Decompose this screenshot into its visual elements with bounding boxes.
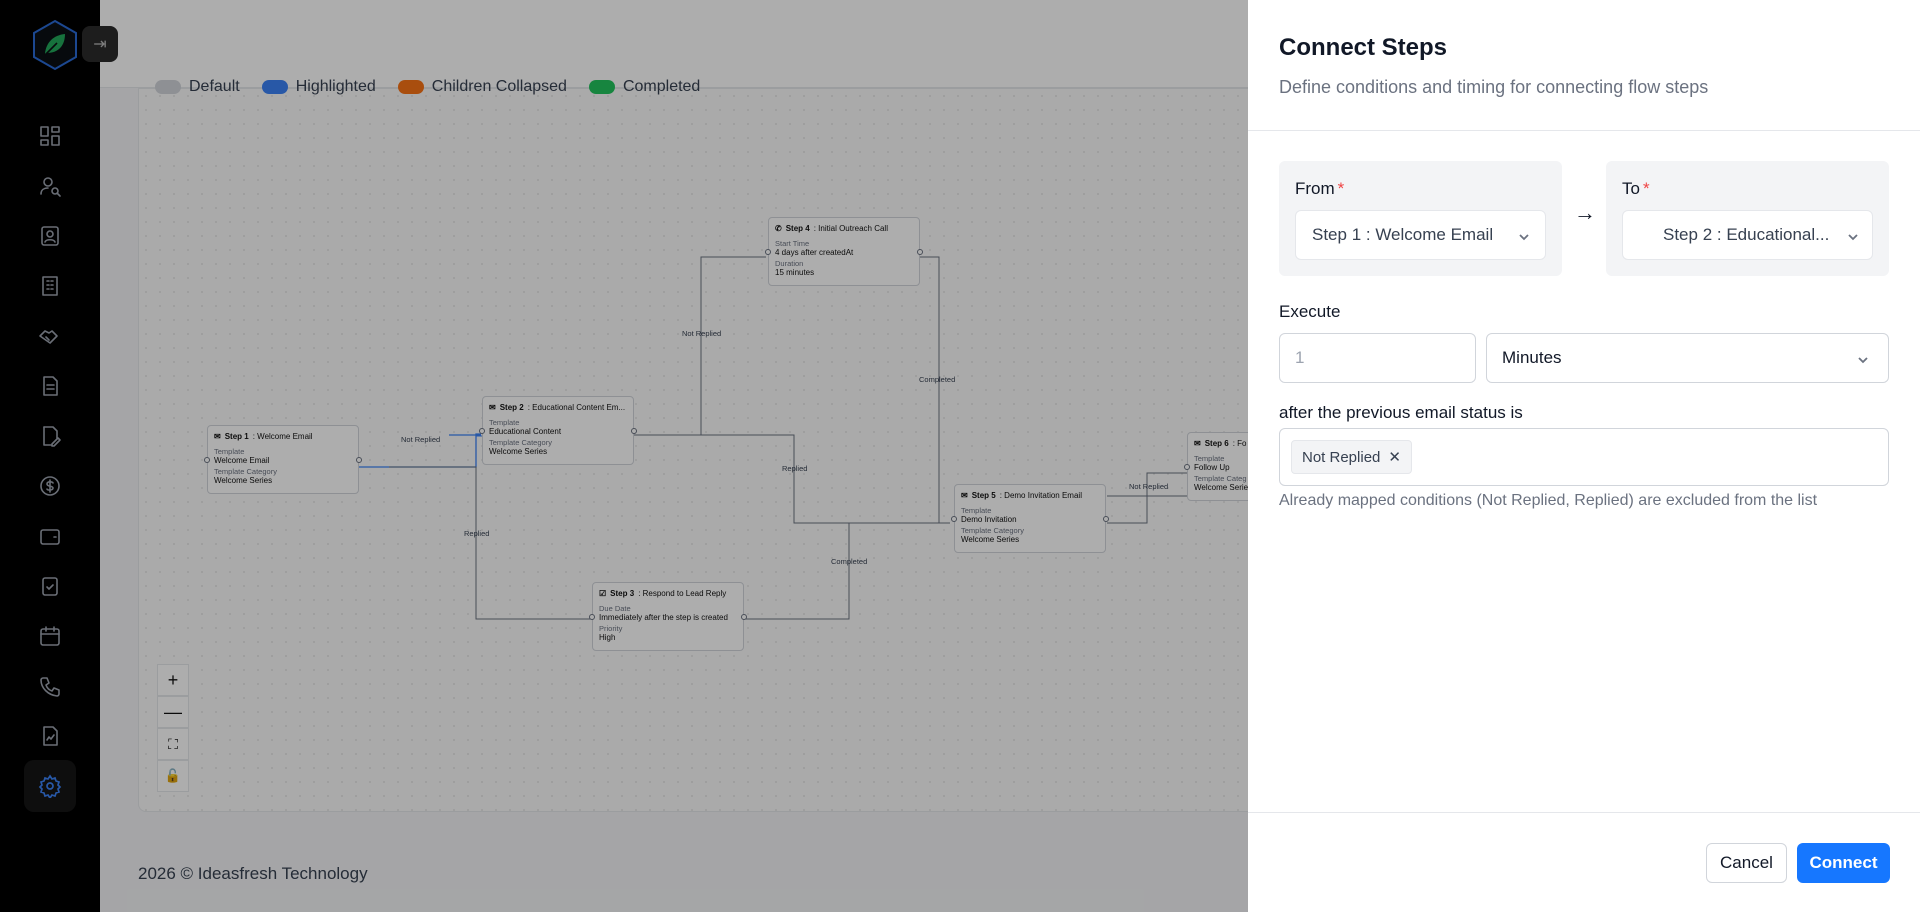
- execute-label: Execute: [1279, 302, 1341, 321]
- execute-unit-select[interactable]: Minutes: [1486, 333, 1889, 383]
- panel-title: Connect Steps: [1279, 34, 1448, 61]
- panel-divider: [1248, 130, 1920, 131]
- status-hint: Already mapped conditions (Not Replied, …: [1279, 492, 1818, 509]
- remove-tag-icon[interactable]: ✕: [1388, 448, 1401, 466]
- from-label: From *: [1295, 179, 1345, 198]
- execute-amount-input[interactable]: 1: [1279, 333, 1476, 383]
- cancel-button[interactable]: Cancel: [1706, 843, 1787, 883]
- panel-subtitle: Define conditions and timing for connect…: [1279, 77, 1709, 97]
- chevron-down-icon: [1517, 229, 1531, 243]
- status-label: after the previous email status is: [1279, 403, 1523, 422]
- to-box: To * Step 2 : Educational...: [1606, 161, 1889, 276]
- status-tag: Not Replied ✕: [1291, 440, 1412, 474]
- to-select[interactable]: Step 2 : Educational...: [1622, 210, 1873, 260]
- to-label: To *: [1622, 179, 1650, 198]
- panel-footer-divider: [1248, 812, 1920, 813]
- connect-steps-panel: Connect Steps Define conditions and timi…: [1248, 0, 1920, 912]
- connect-button[interactable]: Connect: [1797, 843, 1890, 883]
- status-multiselect[interactable]: Not Replied ✕: [1279, 428, 1889, 486]
- chevron-down-icon: [1856, 352, 1870, 366]
- from-select[interactable]: Step 1 : Welcome Email: [1295, 210, 1546, 260]
- arrow-right-icon: →: [1574, 200, 1596, 225]
- from-box: From * Step 1 : Welcome Email: [1279, 161, 1562, 276]
- chevron-down-icon: [1846, 229, 1860, 243]
